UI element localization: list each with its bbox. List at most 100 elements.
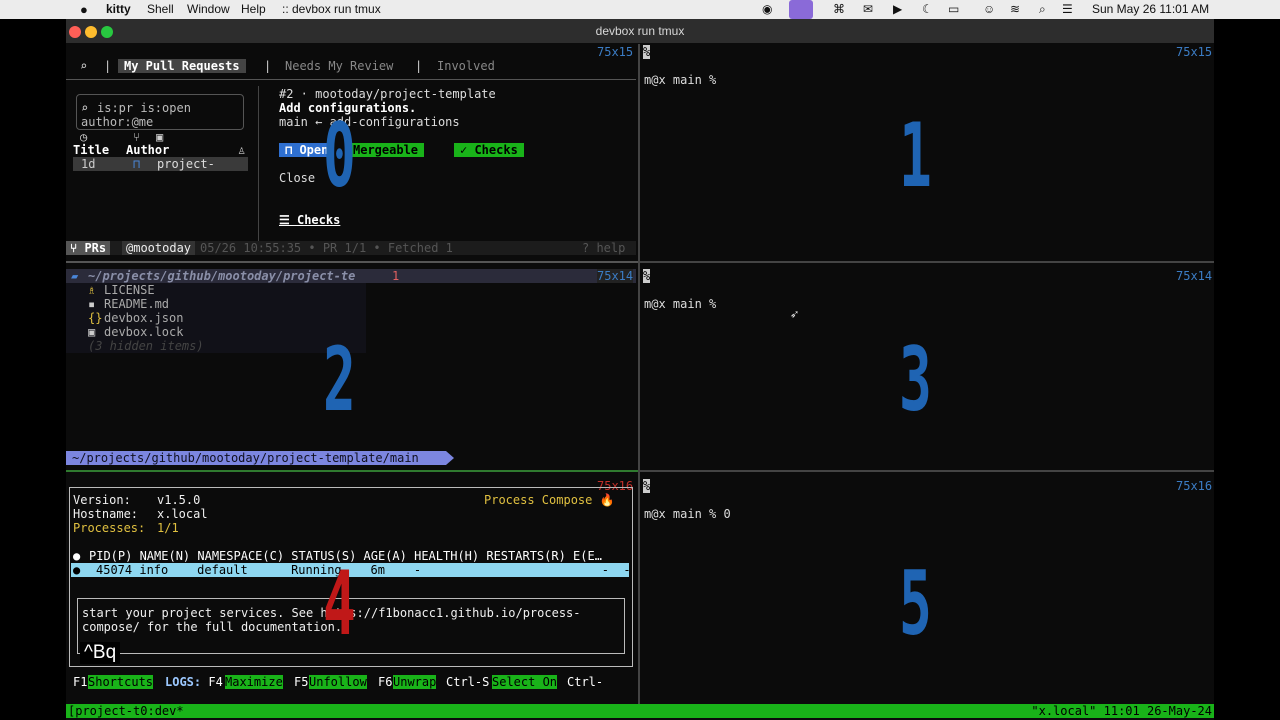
status-user: @mootoday (122, 241, 196, 255)
pane1-prompt[interactable]: m@x main % (644, 73, 716, 87)
row-bullet-icon: ● (73, 563, 81, 577)
tab-my-pull-requests[interactable]: My Pull Requests (118, 59, 246, 73)
window-title: devbox run tmux (595, 24, 685, 38)
checks-section[interactable]: ☰ Checks (279, 213, 340, 227)
pr-row-age: 1d (81, 157, 96, 171)
hostname-value: x.local (157, 507, 208, 521)
app-menu-kitty[interactable]: kitty (106, 2, 131, 16)
powerline-arrow-icon (446, 451, 454, 465)
search-icon[interactable]: ⌕ (80, 59, 87, 73)
record-icon[interactable]: ◉ (762, 2, 772, 16)
hidden-items: (3 hidden items) (88, 339, 204, 353)
pane0-size: 75x15 (597, 45, 634, 59)
pr-branch: main ← add-configurations (279, 115, 460, 129)
play-icon[interactable]: ▶ (893, 2, 902, 16)
close-pr-button[interactable]: Close (279, 171, 315, 185)
repo-icon: ▣ (156, 130, 164, 144)
footer-path: ~/projects/github/mootoday/project-templ… (72, 451, 419, 465)
moon-icon[interactable]: ☾ (922, 2, 933, 16)
chat-icon[interactable]: ✉ (863, 2, 873, 16)
tab-separator: | (104, 59, 112, 73)
key-f6: F6 (378, 675, 393, 689)
pane-divider-vertical[interactable] (638, 44, 640, 704)
tabs-underline (66, 79, 636, 80)
user-icon[interactable]: ☺ (983, 2, 995, 16)
pane-divider-h2-left[interactable] (66, 470, 638, 472)
control-center-icon[interactable]: ☰ (1062, 2, 1073, 16)
badge-mergeable[interactable]: Mergeable (347, 143, 425, 157)
badge-checks[interactable]: ✓ Checks (454, 143, 524, 157)
battery-icon[interactable]: ▭ (948, 2, 959, 16)
search-icon: ⌕ (81, 101, 89, 115)
shortcut-shortcuts[interactable]: Shortcuts (88, 675, 154, 689)
mouse-cursor-icon: ➶ (790, 307, 799, 323)
pane-divider-h2-right[interactable] (640, 470, 1214, 472)
search-query-line2: author:@me (81, 115, 154, 129)
file-devbox-json[interactable]: devbox.json (104, 311, 183, 325)
pane-number-5: 5 (899, 552, 932, 655)
status-prs[interactable]: ⑂ PRs (66, 241, 111, 255)
pane-number-2: 2 (323, 328, 356, 431)
menu-window-title[interactable]: :: devbox run tmux (282, 2, 381, 16)
menubar-clock[interactable]: Sun May 26 11:01 AM (1092, 2, 1209, 16)
key-f1: F1 (73, 675, 88, 689)
shortcut-select-on[interactable]: Select On (492, 675, 558, 689)
file-readme[interactable]: README.md (104, 297, 169, 311)
pane5-cursor-icon: % (643, 479, 651, 493)
wifi-icon[interactable]: ≋ (1010, 2, 1020, 16)
tab-involved[interactable]: Involved (437, 59, 495, 73)
version-label: Version: (73, 493, 131, 507)
pane3-prompt[interactable]: m@x main % (644, 297, 716, 311)
file-license[interactable]: LICENSE (104, 283, 155, 297)
menu-help[interactable]: Help (241, 2, 266, 16)
pane5-size: 75x16 (1176, 479, 1213, 493)
file-devbox-lock[interactable]: devbox.lock (104, 325, 183, 339)
search-input[interactable]: ⌕ is:pr is:open author:@me (76, 94, 244, 130)
menu-shell[interactable]: Shell (147, 2, 174, 16)
version-value: v1.5.0 (157, 493, 201, 507)
pane5-prompt[interactable]: m@x main % 0 (644, 507, 731, 521)
zoom-window-button[interactable] (101, 26, 113, 38)
column-title[interactable]: Title (73, 143, 109, 157)
markdown-icon: ▪ (88, 297, 96, 311)
close-window-button[interactable] (69, 26, 81, 38)
license-icon: ♗ (88, 283, 96, 297)
menu-window[interactable]: Window (187, 2, 230, 16)
clock-icon: ◷ (80, 130, 88, 144)
pr-row-repo: project- (157, 157, 215, 171)
pane-divider-h1-left[interactable] (66, 261, 638, 263)
branch-icon: ⑂ (133, 130, 141, 144)
apple-menu-icon[interactable]: ● (80, 2, 88, 17)
key-logs-f4: LOGS: F4 (165, 675, 223, 689)
pane-number-0: 0 (323, 104, 356, 207)
tmux-session-info[interactable]: [project-t0:dev* (68, 704, 184, 718)
pr-row[interactable]: 1d ⊓ project- (73, 157, 248, 171)
pane-divider-h1-right[interactable] (640, 261, 1214, 263)
minimize-window-button[interactable] (85, 26, 97, 38)
file-tree-path[interactable]: ~/projects/github/mootoday/project-te (88, 269, 355, 283)
pane3-cursor-icon: % (643, 269, 651, 283)
processes-label: Processes: (73, 521, 146, 535)
pane-number-1: 1 (899, 104, 932, 207)
log-box-title: ^Bq (80, 642, 121, 664)
table-header-bullet-icon: ● (73, 549, 81, 563)
pr-open-icon: ⊓ (133, 157, 141, 171)
pane2-size: 75x14 (597, 269, 634, 283)
tmux-status-bar: [project-t0:dev* "x.local" 11:01 26-May-… (66, 704, 1214, 718)
shortcut-unwrap[interactable]: Unwrap (393, 675, 437, 689)
status-fetch-info: 05/26 10:55:35 • PR 1/1 • Fetched 1 (200, 241, 453, 255)
hostname-label: Hostname: (73, 507, 139, 521)
status-help[interactable]: ? help (582, 241, 625, 255)
key-ctrl-trailing: Ctrl- (567, 675, 604, 689)
search-icon[interactable]: ⌕ (1039, 2, 1046, 17)
screen-share-icon[interactable] (789, 0, 813, 19)
column-author[interactable]: Author (126, 143, 169, 157)
capture-icon[interactable]: ⌘ (833, 2, 845, 16)
pane-number-3: 3 (899, 328, 932, 431)
process-row-text: 45074 info default Running 6m - - - (96, 563, 631, 577)
shortcut-unfollow[interactable]: Unfollow (309, 675, 367, 689)
shortcut-maximize[interactable]: Maximize (225, 675, 283, 689)
footer-path-bar: ~/projects/github/mootoday/project-templ… (66, 451, 446, 465)
tab-needs-my-review[interactable]: Needs My Review (285, 59, 393, 73)
shortcut-bar: F1 Shortcuts LOGS: F4 Maximize F5 Unfoll… (73, 675, 633, 689)
